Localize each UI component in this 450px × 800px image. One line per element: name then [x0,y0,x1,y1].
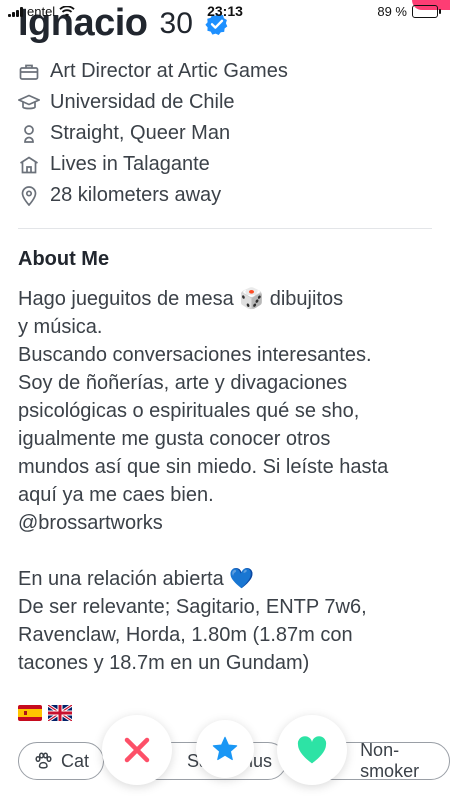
nope-button[interactable] [102,715,172,785]
about-me-text: Hago jueguitos de mesa 🎲 dibujitos y mús… [18,288,389,674]
profile-info-list: Art Director at Artic Games Universidad … [18,56,432,211]
info-row-job: Art Director at Artic Games [18,56,432,87]
info-row-location: Lives in Talagante [18,149,432,180]
heart-icon [297,736,327,764]
swipe-action-bar [0,715,450,785]
section-divider [18,228,432,229]
person-icon [18,123,40,145]
about-me-heading: About Me [18,248,110,270]
briefcase-icon [18,61,40,83]
battery-percentage: 89 % [377,4,407,19]
star-icon [212,736,238,761]
like-button[interactable] [277,715,347,785]
info-orientation-text: Straight, Queer Man [50,122,231,144]
battery-icon [412,5,441,18]
superlike-button[interactable] [196,720,254,778]
info-school-text: Universidad de Chile [50,91,235,113]
house-icon [18,154,40,176]
info-job-text: Art Director at Artic Games [50,60,288,82]
info-row-orientation: Straight, Queer Man [18,118,432,149]
info-row-distance: 28 kilometers away [18,180,432,211]
location-pin-icon [18,185,40,207]
info-row-school: Universidad de Chile [18,87,432,118]
info-location-text: Lives in Talagante [50,153,210,175]
close-icon [124,737,150,763]
status-bar: entel 23:13 89 % [0,0,450,24]
graduation-cap-icon [18,92,40,114]
info-distance-text: 28 kilometers away [50,184,222,206]
status-bar-right: 89 % [377,4,441,19]
